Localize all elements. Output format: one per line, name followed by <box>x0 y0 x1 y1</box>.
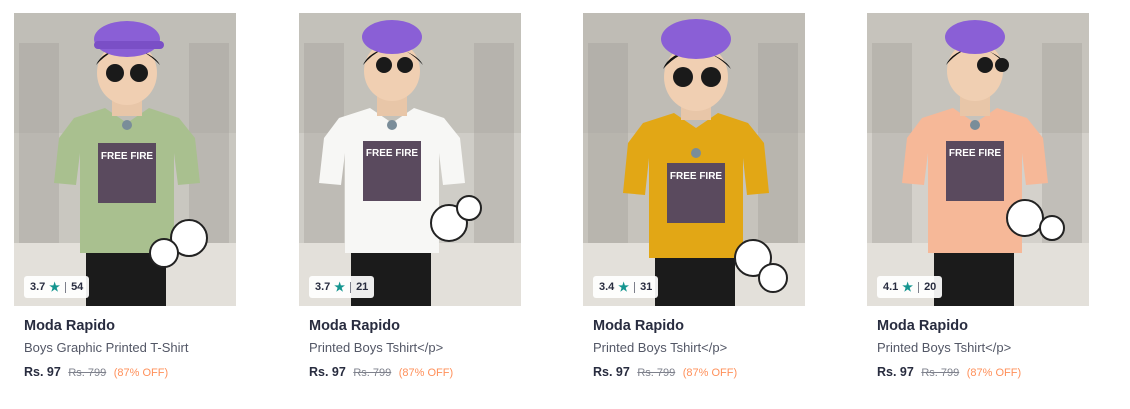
product-discount: (87% OFF) <box>398 367 454 379</box>
price-row: Rs. 97 Rs. 799 (87% OFF) <box>593 364 805 381</box>
product-card[interactable]: FREE FIRE 3.7 ★ 21 Moda Rapido Printed B… <box>299 13 521 381</box>
rating-value: 3.4 <box>599 281 615 293</box>
product-discount: (87% OFF) <box>113 367 169 379</box>
rating-value: 4.1 <box>883 281 899 293</box>
star-icon: ★ <box>618 280 630 294</box>
product-mrp: Rs. 799 <box>68 367 107 379</box>
product-price: Rs. 97 <box>24 365 61 379</box>
rating-divider <box>65 281 67 293</box>
product-info[interactable]: Moda Rapido Printed Boys Tshirt</p> Rs. … <box>867 306 1089 381</box>
rating-badge: 3.4 ★ 31 <box>593 276 659 298</box>
product-photo: FREE FIRE <box>14 13 236 306</box>
product-name: Printed Boys Tshirt</p> <box>877 340 1012 355</box>
rating-count: 21 <box>356 281 369 293</box>
rating-divider <box>350 281 352 293</box>
product-brand: Moda Rapido <box>593 318 685 334</box>
rating-count: 54 <box>71 281 84 293</box>
product-brand: Moda Rapido <box>877 318 969 334</box>
rating-badge: 3.7 ★ 21 <box>309 276 375 298</box>
product-mrp: Rs. 799 <box>353 367 392 379</box>
product-photo: FREE FIRE <box>583 13 805 306</box>
svg-text:FREE FIRE: FREE FIRE <box>949 148 1002 159</box>
rating-badge: 3.7 ★ 54 <box>24 276 90 298</box>
product-photo: FREE FIRE <box>299 13 521 306</box>
rating-divider <box>918 281 920 293</box>
product-image[interactable]: FREE FIRE 3.4 ★ 31 <box>583 13 805 306</box>
price-row: Rs. 97 Rs. 799 (87% OFF) <box>24 364 236 381</box>
price-row: Rs. 97 Rs. 799 (87% OFF) <box>309 364 521 381</box>
product-grid: FREE FIRE 3.7 ★ 54 Moda Rapido Boys Grap… <box>0 0 1130 409</box>
product-brand: Moda Rapido <box>309 318 401 334</box>
rating-value: 3.7 <box>315 281 331 293</box>
product-price: Rs. 97 <box>877 365 914 379</box>
star-icon: ★ <box>902 280 914 294</box>
product-name: Printed Boys Tshirt</p> <box>593 340 728 355</box>
rating-badge: 4.1 ★ 20 <box>877 276 943 298</box>
svg-text:FREE FIRE: FREE FIRE <box>670 171 723 182</box>
svg-text:FREE FIRE: FREE FIRE <box>101 151 154 162</box>
svg-text:FREE FIRE: FREE FIRE <box>366 148 419 159</box>
product-price: Rs. 97 <box>309 365 346 379</box>
product-discount: (87% OFF) <box>966 367 1022 379</box>
price-row: Rs. 97 Rs. 799 (87% OFF) <box>877 364 1089 381</box>
product-info[interactable]: Moda Rapido Boys Graphic Printed T-Shirt… <box>14 306 236 381</box>
product-name: Printed Boys Tshirt</p> <box>309 340 444 355</box>
product-name: Boys Graphic Printed T-Shirt <box>24 340 189 355</box>
product-photo: FREE FIRE <box>867 13 1089 306</box>
product-price: Rs. 97 <box>593 365 630 379</box>
product-info[interactable]: Moda Rapido Printed Boys Tshirt</p> Rs. … <box>583 306 805 381</box>
rating-count: 20 <box>924 281 937 293</box>
product-discount: (87% OFF) <box>682 367 738 379</box>
product-mrp: Rs. 799 <box>637 367 676 379</box>
product-info[interactable]: Moda Rapido Printed Boys Tshirt</p> Rs. … <box>299 306 521 381</box>
rating-divider <box>634 281 636 293</box>
product-mrp: Rs. 799 <box>921 367 960 379</box>
product-brand: Moda Rapido <box>24 318 116 334</box>
product-image[interactable]: FREE FIRE 4.1 ★ 20 <box>867 13 1089 306</box>
product-image[interactable]: FREE FIRE 3.7 ★ 54 <box>14 13 236 306</box>
star-icon: ★ <box>49 280 61 294</box>
rating-value: 3.7 <box>30 281 46 293</box>
star-icon: ★ <box>334 280 346 294</box>
product-image[interactable]: FREE FIRE 3.7 ★ 21 <box>299 13 521 306</box>
product-card[interactable]: FREE FIRE 3.7 ★ 54 Moda Rapido Boys Grap… <box>14 13 236 381</box>
product-card[interactable]: FREE FIRE 4.1 ★ 20 Moda Rapido Printed B… <box>867 13 1089 381</box>
product-card[interactable]: FREE FIRE 3.4 ★ 31 Moda Rapido Printed B… <box>583 13 805 381</box>
rating-count: 31 <box>640 281 653 293</box>
